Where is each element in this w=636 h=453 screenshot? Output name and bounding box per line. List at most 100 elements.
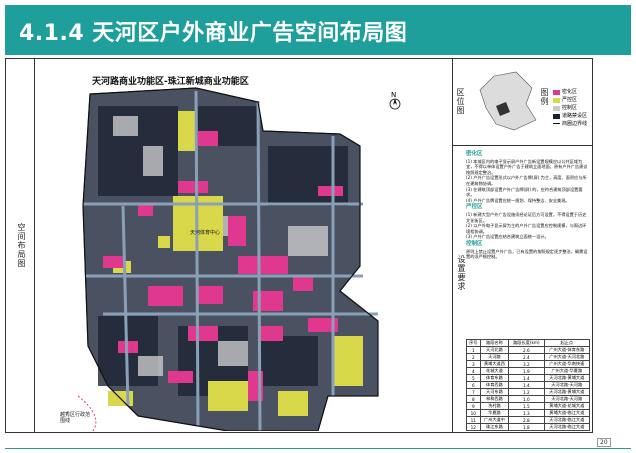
table-cell: 12	[466, 423, 481, 431]
legend-item: 密化区	[553, 88, 587, 96]
table-row: 2 天河路 2.4 广州大道-天河北路	[466, 353, 591, 361]
table-body: 1 天河北路 2.6 广州大道-体育东路 2 天河路 2.4 广州大道-天河北路 3 黄埔大道西 3…	[466, 346, 591, 431]
table-cell: 2.4	[508, 353, 545, 361]
table-cell: 华夏路	[479, 409, 510, 417]
requirements-label: 设置要求	[457, 255, 466, 291]
req-line: (3) 户外广告设置应结合建筑立面统一设计。	[466, 234, 549, 240]
legend-label-text: 控制区	[562, 105, 578, 111]
table-header-row: 序号 路段名称 路段长度(km) 起止点	[466, 339, 591, 347]
legend-label: 图例	[540, 88, 549, 106]
legend-swatch	[553, 113, 560, 119]
legend-item: 道路禁设区	[553, 112, 587, 120]
table-cell: 广州大道中	[479, 416, 510, 424]
table-cell: 广州大道-华夏路	[543, 367, 591, 375]
table-cell: 天河北路-黄埔大道	[543, 388, 591, 396]
table-cell: 天河北路-临江大道	[543, 416, 591, 424]
table-cell: 珠江东路	[479, 423, 510, 431]
left-side-label: 空间布局图	[17, 223, 26, 268]
table-row: 6 体育西路 1.4 天河北路-天河路	[466, 381, 591, 389]
table-row: 9 冼村路 1.5 黄埔大道-花城大道	[466, 402, 591, 410]
table-cell: 3.2	[508, 360, 545, 368]
table-row: 11 广州大道中 2.8 天河北路-临江大道	[466, 416, 591, 424]
footer-line	[5, 448, 631, 449]
table-cell: 1.4	[508, 374, 545, 382]
zoning-map[interactable]: 天河体育中心	[77, 86, 443, 432]
table-cell: 1.5	[508, 402, 545, 410]
table-cell: 1.2	[508, 388, 545, 396]
table-header-cell: 路段名称	[479, 339, 510, 347]
legend-label-text: 密化区	[562, 89, 578, 95]
table-cell: 天河东路	[479, 388, 510, 396]
req-line: (3) 在建筑顶部设置户外广告牌(屏) 的，应符合建筑顶部设置要求。	[466, 186, 583, 198]
table-cell: 2.6	[508, 346, 545, 354]
legend-swatch	[553, 97, 560, 103]
section-title: 密化区	[466, 151, 483, 157]
table-cell: 林和西路	[479, 395, 510, 403]
table-cell: 8	[466, 395, 481, 403]
inset-map-icon	[479, 71, 537, 131]
table-header-cell: 序号	[466, 339, 481, 347]
table-cell: 4	[466, 367, 481, 375]
table-row: 3 黄埔大道西 3.2 广州大道-华南快速	[466, 360, 591, 368]
req-line: (1) 本城区内的电子显示屏户外广告新设置规模应以公共区域为宜，不得以单体设置户…	[466, 158, 588, 175]
table-cell: 1.9	[508, 367, 545, 375]
req-line: (1) 新建大型户外广告设施须经论证后方可设置，不得设置于历史文化街区。	[466, 211, 587, 223]
legend: 密化区 严控区 控制区 道路禁设区 商圈边界线	[553, 88, 587, 128]
req-line: 原则上禁止设置户外广告，已有设置的按照规定逐步整治，确需设置的须严格控制。	[466, 248, 588, 260]
road-table: 序号 路段名称 路段长度(km) 起止点 1 天河北路 2.6 广州大道-体育东路 2 天…	[466, 339, 591, 431]
table-cell: 2	[466, 353, 481, 361]
table-cell: 天河北路	[479, 346, 510, 354]
table-cell: 2.8	[508, 416, 545, 424]
table-cell: 5	[466, 374, 481, 382]
table-cell: 1	[466, 346, 481, 354]
legend-label-text: 严控区	[562, 97, 578, 103]
table-cell: 1.4	[508, 381, 545, 389]
table-cell: 1.0	[508, 395, 545, 403]
inset-label: 区位图	[456, 88, 465, 115]
table-cell: 3	[466, 360, 481, 368]
req-line: (2) 户外广告设置形式以户外广告牌(屏) 为主，高度、面积应与所在建筑物协调。	[466, 175, 587, 186]
table-cell: 花城大道	[479, 367, 510, 375]
section-title: 严控区	[466, 204, 483, 211]
table-cell: 体育西路	[479, 381, 510, 389]
req-line: (4) 户外广告牌设置应统一规划、保持整洁、安全美观。	[466, 197, 570, 203]
table-cell: 9	[466, 402, 481, 410]
left-label-column: 空间布局图	[5, 58, 35, 433]
table-row: 12 珠江东路 1.8 天河北路-临江大道	[466, 423, 591, 431]
table-cell: 天河北路-临江大道	[543, 423, 591, 431]
table-cell: 黄埔大道西	[479, 360, 510, 368]
area-label: 天河体育中心	[190, 229, 220, 236]
table-header-cell: 路段长度(km)	[508, 339, 545, 347]
table-cell: 天河北路-黄埔大道	[543, 374, 591, 382]
legend-item: 商圈边界线	[553, 120, 587, 128]
table-cell: 天河路	[479, 353, 510, 361]
page-number: 20	[597, 438, 611, 447]
table-cell: 广州大道-体育东路	[543, 346, 591, 354]
table-row: 1 天河北路 2.6 广州大道-体育东路	[466, 346, 591, 354]
section-title: 控制区	[466, 240, 483, 247]
table-cell: 天河北路-天河路	[543, 381, 591, 389]
table-cell: 广州大道-天河北路	[543, 353, 591, 361]
table-cell: 10	[466, 409, 481, 417]
page-title: 4.1.4 天河区户外商业广告空间布局图	[19, 21, 408, 46]
boundary-label: 越秀区行政范围线	[60, 412, 91, 424]
table-cell: 冼村路	[479, 402, 510, 410]
table-cell: 广州大道-华南快速	[543, 360, 591, 368]
table-row: 10 华夏路 1.3 黄埔大道-临江大道	[466, 409, 591, 417]
page-header: 4.1.4 天河区户外商业广告空间布局图	[5, 5, 631, 55]
legend-item: 严控区	[553, 96, 587, 104]
legend-label-text: 道路禁设区	[562, 113, 588, 119]
table-row: 5 体育东路 1.4 天河北路-黄埔大道	[466, 374, 591, 382]
table-cell: 黄埔大道-花城大道	[543, 402, 591, 410]
table-cell: 黄埔大道-临江大道	[543, 409, 591, 417]
table-cell: 天河北路-天河路	[543, 395, 591, 403]
table-cell: 7	[466, 388, 481, 396]
legend-swatch	[553, 105, 560, 111]
table-row: 7 天河东路 1.2 天河北路-黄埔大道	[466, 388, 591, 396]
table-cell: 1.3	[508, 409, 545, 417]
legend-swatch	[553, 89, 560, 95]
legend-swatch	[553, 123, 560, 125]
legend-label-text: 商圈边界线	[562, 121, 588, 127]
table-header-cell: 起止点	[543, 339, 591, 347]
table-row: 4 花城大道 1.9 广州大道-华夏路	[466, 367, 591, 375]
